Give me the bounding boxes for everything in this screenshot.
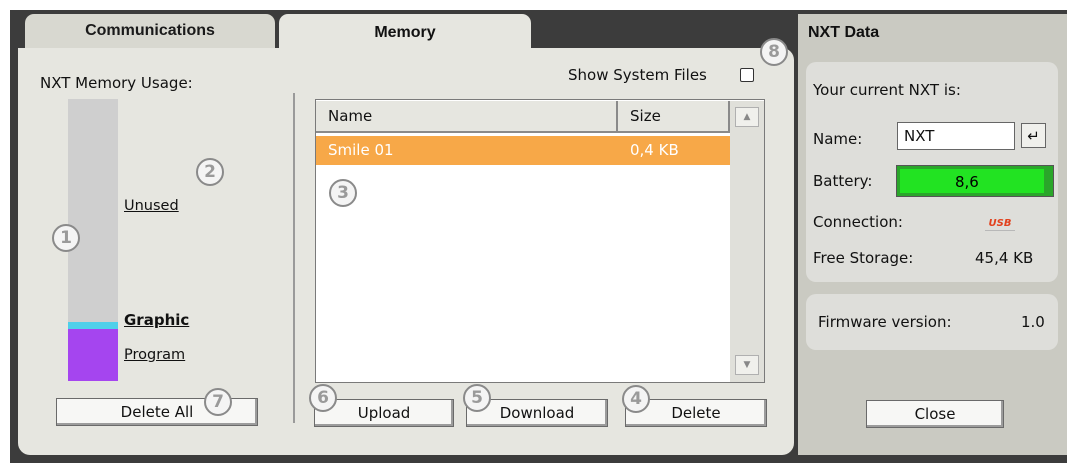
callout-3: 3 (329, 179, 357, 207)
usb-icon: USB (985, 216, 1015, 231)
scroll-up-icon[interactable]: ▲ (735, 107, 759, 127)
battery-label: Battery: (813, 172, 873, 190)
memory-bar-program-segment (68, 329, 118, 381)
file-size: 0,4 KB (630, 141, 679, 159)
callout-7: 7 (204, 388, 232, 416)
free-storage-label: Free Storage: (813, 249, 914, 267)
file-name: Smile 01 (328, 141, 394, 159)
callout-1: 1 (52, 224, 80, 252)
firmware-version-label: Firmware version: (818, 313, 952, 331)
legend-unused[interactable]: Unused (124, 198, 179, 214)
legend-graphic[interactable]: Graphic (124, 311, 189, 329)
memory-bar-graphic-segment (68, 322, 118, 329)
show-system-files-checkbox[interactable] (740, 68, 754, 82)
show-system-files-label: Show System Files (568, 66, 707, 84)
file-list-scrollbar[interactable] (730, 101, 764, 382)
nxt-data-title: NXT Data (808, 24, 880, 41)
divider (293, 93, 295, 423)
firmware-version-value: 1.0 (1021, 313, 1045, 331)
name-label: Name: (813, 130, 863, 148)
memory-usage-label: NXT Memory Usage: (40, 74, 193, 92)
callout-4: 4 (622, 385, 650, 413)
callout-2: 2 (196, 158, 224, 186)
callout-5: 5 (463, 384, 491, 412)
scroll-down-icon[interactable]: ▼ (735, 355, 759, 375)
enter-icon[interactable]: ↵ (1021, 123, 1046, 148)
callout-8: 8 (760, 38, 788, 66)
callout-6: 6 (309, 384, 337, 412)
nxt-name-input[interactable]: NXT (897, 122, 1015, 150)
connection-label: Connection: (813, 213, 903, 231)
column-header-name[interactable]: Name (316, 101, 618, 133)
battery-value: 8,6 (955, 173, 979, 191)
legend-program[interactable]: Program (124, 347, 185, 363)
column-header-size[interactable]: Size (618, 101, 730, 133)
free-storage-value: 45,4 KB (975, 249, 1034, 267)
tab-communications[interactable]: Communications (25, 14, 275, 48)
close-button[interactable]: Close (866, 400, 1004, 428)
current-nxt-label: Your current NXT is: (813, 81, 961, 99)
tab-memory[interactable]: Memory (279, 14, 531, 52)
